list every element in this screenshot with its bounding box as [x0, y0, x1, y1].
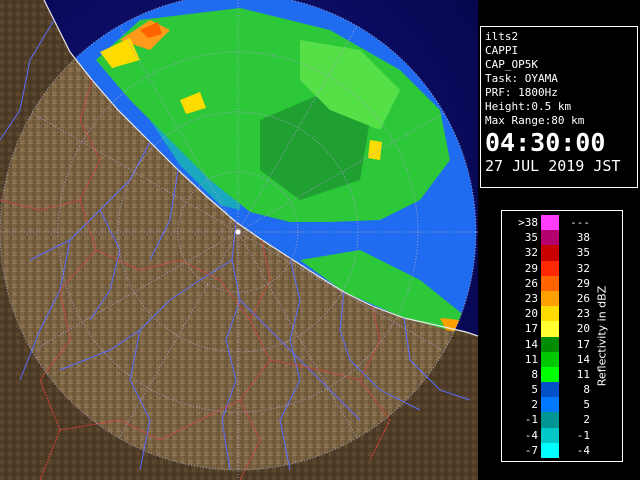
legend-row: 17 20: [512, 321, 590, 337]
height-label: Height:0.5 km: [485, 100, 572, 113]
legend-row: 35 38: [512, 230, 590, 246]
legend-swatch: [541, 290, 559, 307]
site-name: ilts2: [485, 30, 519, 43]
radar-map[interactable]: [0, 0, 478, 480]
legend-low-value: >38: [518, 216, 538, 229]
legend-low-value: 11: [524, 352, 538, 366]
legend-row: 29 32: [512, 260, 590, 276]
info-panel: ilts2 CAPPI CAP_OP5K Task: OYAMA PRF: 18…: [480, 26, 638, 188]
legend-low-value: -7: [524, 443, 538, 457]
legend-swatch: [541, 382, 559, 398]
legend-title-container: Reflectivity in dBZ: [584, 211, 620, 461]
legend-swatch: [541, 442, 559, 458]
legend-low-value: 32: [524, 246, 538, 260]
legend-row: 20 23: [512, 306, 590, 322]
legend-swatch: [541, 306, 559, 322]
legend-row: -4 -1: [512, 427, 590, 443]
legend-low-value: 14: [524, 337, 538, 351]
time-display: 04:30:00: [485, 128, 606, 157]
legend-swatch: [541, 412, 559, 428]
legend-row: 11 14: [512, 351, 590, 367]
legend-row: 23 26: [512, 290, 590, 307]
legend-row: 26 29: [512, 275, 590, 291]
legend-swatch: [541, 397, 559, 413]
legend-low-value: 17: [524, 322, 538, 336]
legend-row: 14 17: [512, 336, 590, 352]
legend-swatch: [541, 245, 559, 261]
legend-low-value: 23: [524, 291, 538, 305]
legend-swatch: [541, 336, 559, 352]
legend-swatch: [541, 427, 559, 443]
legend-low-value: 20: [524, 307, 538, 321]
legend-low-value: 26: [524, 276, 538, 290]
legend-row: 58: [512, 382, 590, 398]
legend-swatch: [541, 351, 559, 367]
legend-swatch: [541, 321, 559, 337]
legend-low-value: -4: [524, 428, 538, 442]
date-display: 27 JUL 2019 JST: [485, 157, 621, 175]
legend-swatch: [541, 366, 559, 383]
legend-low-value: 8: [531, 367, 538, 381]
product-name: CAP_OP5K: [485, 58, 538, 71]
legend-row: 25: [512, 397, 590, 413]
task-label: Task: OYAMA: [485, 72, 558, 85]
legend-low-value: 5: [531, 383, 538, 397]
legend-row: 8 11: [512, 366, 590, 383]
max-range-label: Max Range:80 km: [485, 114, 585, 127]
legend-title: Reflectivity in dBZ: [595, 285, 609, 387]
legend-row: >38 ---: [512, 215, 590, 231]
color-legend: >38 --- 35 38 32 35 29 32 26 29 23 26 20 23 17 20 14 17 11…: [501, 210, 623, 462]
legend-row: -1 2: [512, 412, 590, 428]
legend-swatch: [541, 230, 559, 246]
legend-low-value: 35: [524, 231, 538, 245]
radar-map-canvas: [0, 0, 478, 480]
legend-row: -7 -4: [512, 442, 590, 458]
legend-low-value: 29: [524, 261, 538, 275]
legend-swatch: [541, 275, 559, 291]
legend-low-value: -1: [524, 413, 538, 427]
legend-row: 32 35: [512, 245, 590, 261]
legend-swatch: [541, 260, 559, 276]
product-type: CAPPI: [485, 44, 519, 57]
prf-label: PRF: 1800Hz: [485, 86, 558, 99]
legend-rows: >38 --- 35 38 32 35 29 32 26 29 23 26 20 23 17 20 14 17 11…: [512, 215, 590, 458]
legend-low-value: 2: [531, 398, 538, 412]
radar-site-marker: [235, 229, 241, 235]
legend-swatch: [541, 215, 559, 231]
